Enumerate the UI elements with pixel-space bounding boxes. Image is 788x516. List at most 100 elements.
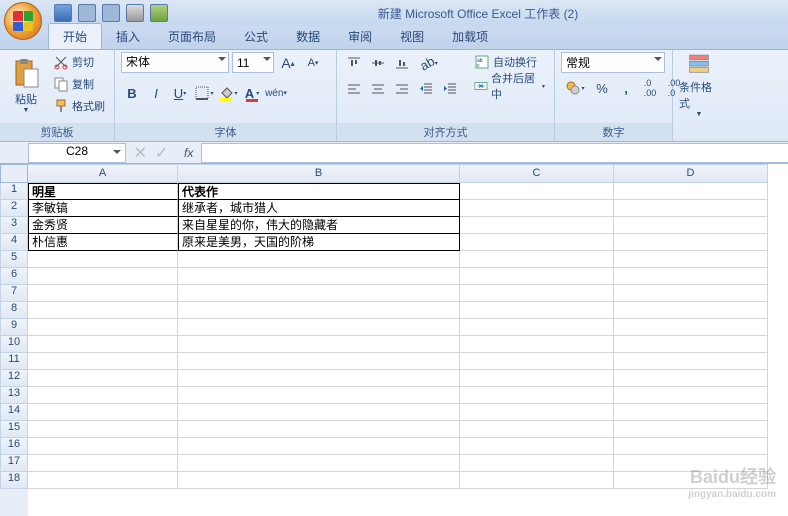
cell[interactable] xyxy=(28,472,178,489)
cell[interactable] xyxy=(460,438,614,455)
increase-decimal-button[interactable]: .0.00 xyxy=(639,77,661,99)
copy-button[interactable]: 复制 xyxy=(50,74,108,94)
currency-button[interactable]: ▾ xyxy=(561,77,589,99)
row-header-13[interactable]: 13 xyxy=(0,387,28,404)
cell[interactable] xyxy=(614,319,768,336)
cell[interactable] xyxy=(178,438,460,455)
cell[interactable]: 原来是美男，天国的阶梯 xyxy=(178,234,460,251)
cell[interactable] xyxy=(614,251,768,268)
cell[interactable]: 来自星星的你，伟大的隐藏者 xyxy=(178,217,460,234)
tab-review[interactable]: 审阅 xyxy=(334,24,386,49)
cell[interactable] xyxy=(28,404,178,421)
paste-button[interactable]: 粘贴 ▼ xyxy=(6,52,46,118)
decrease-indent-button[interactable] xyxy=(415,78,437,100)
row-header-4[interactable]: 4 xyxy=(0,234,28,251)
cell[interactable] xyxy=(614,370,768,387)
tab-insert[interactable]: 插入 xyxy=(102,24,154,49)
row-header-18[interactable]: 18 xyxy=(0,472,28,489)
cell[interactable] xyxy=(178,319,460,336)
align-bottom-button[interactable] xyxy=(391,52,413,74)
print-icon[interactable] xyxy=(126,4,144,22)
cell[interactable] xyxy=(178,336,460,353)
tab-home[interactable]: 开始 xyxy=(48,23,102,49)
cell[interactable] xyxy=(28,455,178,472)
cell[interactable] xyxy=(460,302,614,319)
row-header-11[interactable]: 11 xyxy=(0,353,28,370)
row-header-5[interactable]: 5 xyxy=(0,251,28,268)
office-button[interactable] xyxy=(4,2,42,40)
fx-icon[interactable]: fx xyxy=(184,146,193,160)
row-header-12[interactable]: 12 xyxy=(0,370,28,387)
align-right-button[interactable] xyxy=(391,78,413,100)
save-icon[interactable] xyxy=(54,4,72,22)
tab-layout[interactable]: 页面布局 xyxy=(154,24,230,49)
merge-center-button[interactable]: 合并后居中▾ xyxy=(471,76,548,96)
cell[interactable] xyxy=(28,319,178,336)
cell[interactable] xyxy=(460,251,614,268)
cell[interactable] xyxy=(460,234,614,251)
row-header-6[interactable]: 6 xyxy=(0,268,28,285)
cell[interactable] xyxy=(178,387,460,404)
name-box[interactable]: C28 xyxy=(28,143,126,163)
wrap-text-button[interactable]: abc自动换行 xyxy=(471,52,548,72)
cell[interactable] xyxy=(614,200,768,217)
cell[interactable] xyxy=(28,336,178,353)
increase-indent-button[interactable] xyxy=(439,78,461,100)
border-button[interactable]: ▾ xyxy=(193,82,215,104)
tab-view[interactable]: 视图 xyxy=(386,24,438,49)
align-top-button[interactable] xyxy=(343,52,365,74)
cell[interactable] xyxy=(460,183,614,200)
cell[interactable] xyxy=(460,217,614,234)
phonetic-button[interactable]: wén▾ xyxy=(265,82,287,104)
font-color-button[interactable]: A▾ xyxy=(241,82,263,104)
cell[interactable] xyxy=(460,404,614,421)
cell[interactable] xyxy=(178,268,460,285)
column-header-C[interactable]: C xyxy=(460,164,614,183)
cell[interactable] xyxy=(460,421,614,438)
cell[interactable] xyxy=(614,268,768,285)
cell[interactable]: 继承者，城市猎人 xyxy=(178,200,460,217)
cell[interactable] xyxy=(460,336,614,353)
cell[interactable] xyxy=(178,472,460,489)
cell[interactable] xyxy=(178,353,460,370)
cell[interactable] xyxy=(28,251,178,268)
preview-icon[interactable] xyxy=(150,4,168,22)
cell[interactable]: 李敏镐 xyxy=(28,200,178,217)
cell[interactable] xyxy=(460,319,614,336)
conditional-format-button[interactable]: 条件格式 ▼ xyxy=(679,52,719,118)
format-painter-button[interactable]: 格式刷 xyxy=(50,96,108,116)
cell[interactable] xyxy=(460,455,614,472)
row-header-16[interactable]: 16 xyxy=(0,438,28,455)
cell[interactable] xyxy=(614,302,768,319)
cell[interactable]: 明星 xyxy=(28,183,178,200)
redo-icon[interactable] xyxy=(102,4,120,22)
cell[interactable] xyxy=(178,251,460,268)
row-header-17[interactable]: 17 xyxy=(0,455,28,472)
orientation-button[interactable]: ab▾ xyxy=(415,52,443,74)
row-header-14[interactable]: 14 xyxy=(0,404,28,421)
row-header-8[interactable]: 8 xyxy=(0,302,28,319)
cell[interactable] xyxy=(178,455,460,472)
cell[interactable] xyxy=(460,472,614,489)
row-header-2[interactable]: 2 xyxy=(0,200,28,217)
cell[interactable] xyxy=(614,217,768,234)
cell[interactable] xyxy=(28,302,178,319)
cell[interactable] xyxy=(614,234,768,251)
undo-icon[interactable] xyxy=(78,4,96,22)
cell[interactable] xyxy=(28,268,178,285)
cell[interactable] xyxy=(614,438,768,455)
cell[interactable] xyxy=(28,387,178,404)
tab-addins[interactable]: 加载项 xyxy=(438,24,502,49)
percent-button[interactable]: % xyxy=(591,77,613,99)
cell[interactable] xyxy=(614,387,768,404)
cell[interactable]: 金秀贤 xyxy=(28,217,178,234)
cell[interactable] xyxy=(28,285,178,302)
cell[interactable] xyxy=(460,353,614,370)
formula-input[interactable] xyxy=(201,143,788,163)
cell[interactable] xyxy=(28,370,178,387)
cell[interactable] xyxy=(460,285,614,302)
number-format-select[interactable]: 常规 xyxy=(561,52,665,73)
cell[interactable] xyxy=(28,421,178,438)
cell[interactable] xyxy=(614,183,768,200)
cell[interactable] xyxy=(460,268,614,285)
